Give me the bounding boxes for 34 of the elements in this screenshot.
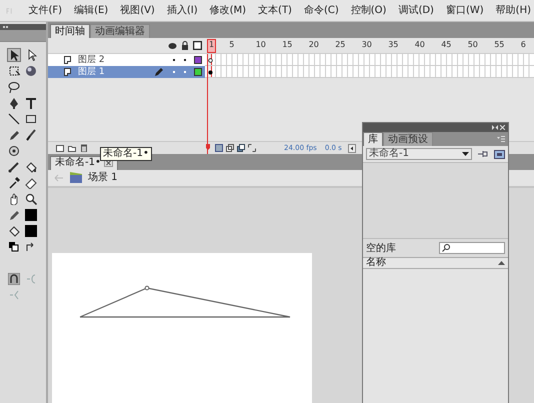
layer-name[interactable]: 图层 2: [78, 55, 173, 65]
frame-number: 55: [494, 40, 504, 50]
scene-label[interactable]: 场景 1: [88, 170, 118, 186]
frame-number: 5: [229, 40, 234, 50]
menu-item[interactable]: 修改(M): [206, 4, 250, 18]
menu-item[interactable]: 命令(C): [300, 4, 342, 18]
document-dropdown[interactable]: 未命名-1: [366, 148, 472, 160]
menu-item[interactable]: 帮助(H): [492, 4, 534, 18]
menu-item[interactable]: 调试(D): [395, 4, 437, 18]
menu-item[interactable]: 文本(T): [255, 4, 295, 18]
tab[interactable]: 动画编辑器: [90, 24, 150, 38]
menu-item[interactable]: 窗口(W): [442, 4, 487, 18]
tab[interactable]: 库: [363, 132, 383, 146]
tab[interactable]: 时间轴: [50, 24, 90, 38]
menu-item[interactable]: 控制(O): [348, 4, 390, 18]
menu-item[interactable]: 编辑(E): [71, 4, 112, 18]
frame-number: 15: [282, 40, 292, 50]
frame-number: 25: [335, 40, 346, 50]
frame-number: 6: [520, 40, 526, 50]
menu-item[interactable]: 文件(F): [26, 4, 66, 18]
menu-item[interactable]: 插入(I): [164, 4, 201, 18]
menu-item[interactable]: 视图(V): [117, 4, 158, 18]
frame-number: 45: [441, 40, 452, 50]
frame-number: 10: [256, 40, 266, 50]
playhead-marker[interactable]: 1: [207, 39, 216, 53]
frame-number: 40: [414, 40, 425, 50]
library-status: 空的库: [366, 242, 396, 256]
tooltip: 未命名-1•: [100, 147, 152, 161]
frame-number: 20: [308, 40, 319, 50]
frame-number: 30: [362, 40, 372, 50]
layer-row[interactable]: 图层 2: [48, 54, 205, 66]
frame-number: 35: [388, 40, 398, 50]
frame-number: 50: [468, 40, 478, 50]
tab[interactable]: 动画预设: [383, 132, 433, 146]
